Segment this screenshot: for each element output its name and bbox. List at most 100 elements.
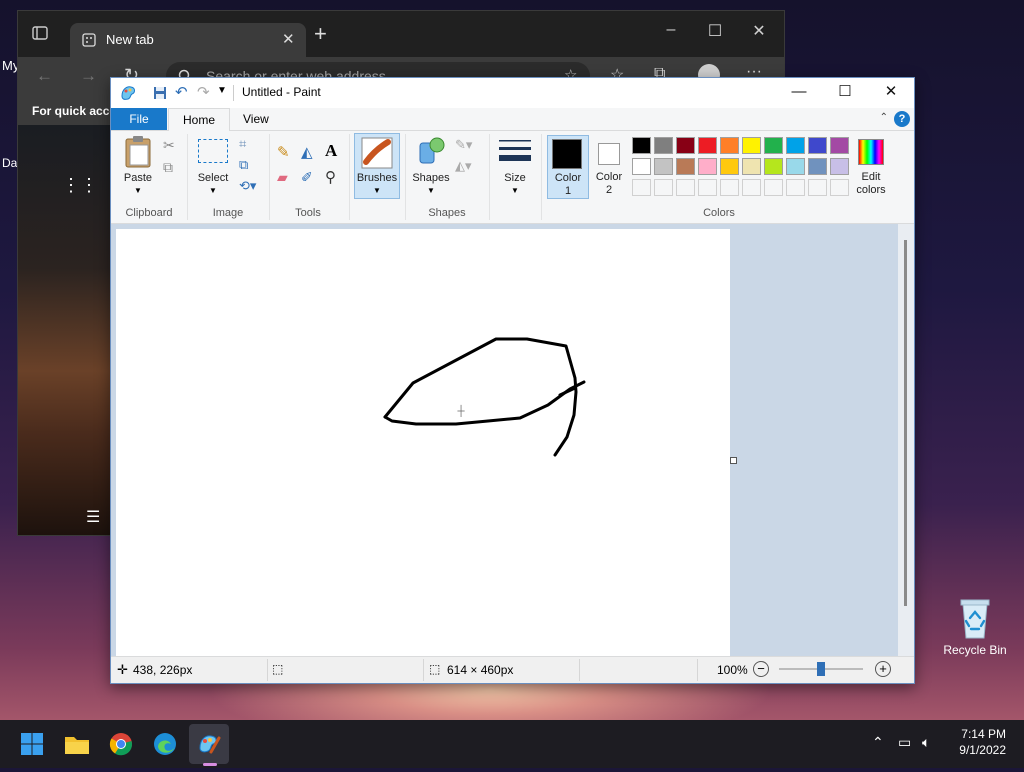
palette-custom-slot[interactable]	[654, 179, 673, 196]
save-icon[interactable]	[153, 86, 167, 100]
back-icon[interactable]: ←	[36, 66, 53, 86]
shapes-button[interactable]: Shapes ▼	[410, 135, 452, 199]
desktop-partial-label-2[interactable]: Da	[2, 156, 17, 170]
quick-access-dropdown-icon[interactable]: ▼	[217, 85, 227, 96]
group-separator	[489, 134, 490, 220]
resize-icon[interactable]: ⧉	[239, 157, 248, 173]
forward-icon[interactable]: →	[80, 66, 97, 86]
undo-icon[interactable]: ↶	[175, 83, 188, 101]
palette-swatch[interactable]	[654, 137, 673, 154]
palette-swatch[interactable]	[830, 137, 849, 154]
tab-view[interactable]: View	[229, 108, 283, 130]
palette-swatch[interactable]	[808, 137, 827, 154]
palette-custom-slot[interactable]	[720, 179, 739, 196]
edge-tab-new-tab[interactable]: New tab ✕	[70, 23, 306, 57]
palette-swatch[interactable]	[764, 158, 783, 175]
color2-button[interactable]: Color 2	[589, 135, 631, 199]
color-picker-icon[interactable]: ✐	[301, 169, 313, 186]
eraser-icon[interactable]: ▰	[277, 169, 288, 186]
text-icon[interactable]: A	[325, 141, 337, 161]
palette-swatch[interactable]	[830, 158, 849, 175]
palette-swatch[interactable]	[698, 158, 717, 175]
clock-time: 7:14 PM	[961, 727, 1006, 741]
palette-swatch[interactable]	[720, 158, 739, 175]
tab-actions-icon[interactable]	[32, 25, 48, 44]
zoom-slider[interactable]	[779, 662, 863, 676]
palette-swatch[interactable]	[742, 158, 761, 175]
clock[interactable]: 7:14 PM 9/1/2022	[959, 726, 1006, 758]
palette-custom-slot[interactable]	[764, 179, 783, 196]
palette-swatch[interactable]	[676, 137, 695, 154]
crop-icon[interactable]: ⌗	[239, 136, 246, 152]
fill-icon[interactable]: ◭▾	[455, 158, 472, 174]
color-spectrum-icon	[858, 139, 884, 165]
color1-button[interactable]: Color 1	[547, 135, 589, 199]
zoom-out-icon[interactable]: −	[753, 661, 769, 677]
help-icon[interactable]: ?	[894, 111, 910, 127]
edit-colors-button[interactable]: Edit colors	[853, 135, 889, 199]
zoom-level: 100%	[717, 663, 748, 677]
palette-swatch[interactable]	[720, 137, 739, 154]
apps-launcher-icon[interactable]: ⋮⋮	[62, 175, 98, 196]
palette-swatch[interactable]	[786, 158, 805, 175]
pencil-icon[interactable]: ✎	[277, 143, 290, 161]
palette-swatch[interactable]	[808, 158, 827, 175]
zoom-slider-thumb[interactable]	[817, 662, 825, 676]
edge-button[interactable]	[145, 724, 185, 764]
tab-home[interactable]: Home	[168, 108, 231, 131]
volume-icon[interactable]: 🔈︎	[922, 734, 930, 751]
rotate-icon[interactable]: ⟲▾	[239, 178, 256, 194]
minimize-button[interactable]: —	[776, 78, 822, 108]
paint-taskbar-button[interactable]	[189, 724, 229, 764]
recycle-bin-desktop-icon[interactable]: Recycle Bin	[940, 596, 1010, 657]
palette-swatch[interactable]	[632, 137, 651, 154]
palette-custom-slot[interactable]	[676, 179, 695, 196]
canvas-resize-handle-right[interactable]	[730, 457, 737, 464]
chrome-button[interactable]	[101, 724, 141, 764]
palette-swatch[interactable]	[786, 137, 805, 154]
palette-swatch[interactable]	[698, 137, 717, 154]
redo-icon[interactable]: ↷	[197, 83, 210, 101]
palette-custom-slot[interactable]	[632, 179, 651, 196]
outline-icon[interactable]: ✎▾	[455, 137, 472, 153]
palette-swatch[interactable]	[764, 137, 783, 154]
palette-custom-slot[interactable]	[698, 179, 717, 196]
color1-number: 1	[564, 185, 572, 197]
fill-bucket-icon[interactable]: ◭	[301, 143, 313, 161]
palette-swatch[interactable]	[654, 158, 673, 175]
new-tab-icon[interactable]: +	[314, 21, 327, 47]
palette-swatch[interactable]	[632, 158, 651, 175]
close-tab-icon[interactable]: ✕	[282, 30, 295, 48]
start-button[interactable]	[12, 724, 52, 764]
close-button[interactable]: ✕	[868, 78, 914, 108]
file-explorer-button[interactable]	[57, 724, 97, 764]
magnifier-icon[interactable]: ⚲	[325, 168, 336, 186]
palette-swatch[interactable]	[742, 137, 761, 154]
palette-custom-slot[interactable]	[786, 179, 805, 196]
minimize-icon[interactable]: –	[656, 21, 686, 39]
show-hidden-icons-icon[interactable]: ⌃	[872, 734, 884, 751]
maximize-icon[interactable]: ☐	[700, 21, 730, 41]
palette-swatch[interactable]	[676, 158, 695, 175]
collapse-ribbon-icon[interactable]: ⌃	[880, 112, 888, 123]
size-button[interactable]: Size ▼	[493, 135, 537, 199]
cut-icon[interactable]: ✂	[163, 137, 175, 154]
vertical-scroll-thumb[interactable]	[904, 240, 907, 606]
palette-custom-slot[interactable]	[830, 179, 849, 196]
tab-file[interactable]: File	[111, 108, 167, 130]
drawing-canvas[interactable]: ┼	[116, 229, 730, 656]
paste-button[interactable]: Paste ▼	[117, 135, 159, 199]
brushes-button[interactable]: Brushes ▼	[354, 133, 400, 199]
close-icon[interactable]: ✕	[744, 21, 774, 41]
palette-custom-slot[interactable]	[742, 179, 761, 196]
select-button[interactable]: Select ▼	[193, 135, 233, 199]
palette-custom-slot[interactable]	[808, 179, 827, 196]
hamburger-menu-icon[interactable]: ☰	[86, 507, 100, 527]
copy-icon[interactable]: ⧉	[163, 159, 173, 176]
paint-app-icon[interactable]	[119, 84, 137, 102]
network-icon[interactable]: ▭	[898, 734, 911, 751]
zoom-in-icon[interactable]: +	[875, 661, 891, 677]
maximize-button[interactable]: ☐	[822, 78, 868, 108]
vertical-scrollbar[interactable]	[898, 224, 914, 656]
paint-title-bar[interactable]: ↶ ↷ ▼ Untitled - Paint — ☐ ✕	[111, 78, 914, 108]
